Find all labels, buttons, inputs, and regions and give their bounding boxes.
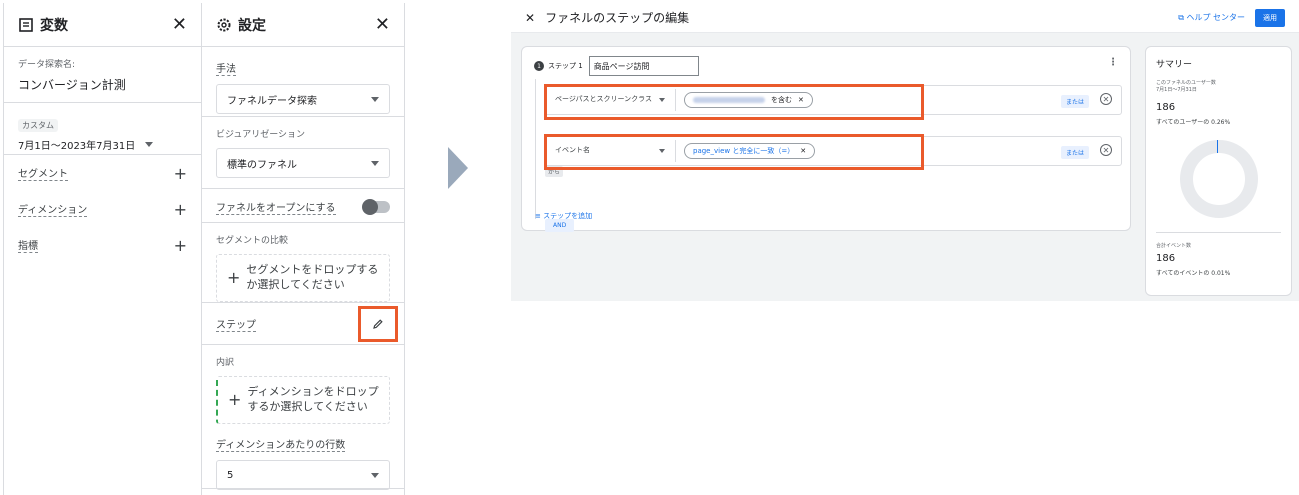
variables-header: 変数 ✕ <box>4 3 201 47</box>
or-button[interactable]: または <box>1060 146 1089 159</box>
condition-2-highlight <box>544 134 924 170</box>
visualization-value: 標準のファネル <box>227 159 297 171</box>
chevron-down-icon <box>145 142 154 147</box>
plus-icon: + <box>228 390 242 410</box>
step-card: 1 ステップ 1 商品ページ訪問 ⋮ ページパスとスクリーンクラス を含む ✕ … <box>521 46 1131 232</box>
method-section: 手法 ファネルデータ探索 <box>202 47 404 117</box>
remove-condition-icon[interactable]: ✕ <box>1100 144 1112 156</box>
step-name-input[interactable]: 商品ページ訪問 <box>588 56 699 76</box>
add-step-button[interactable]: ≡ ステップを追加 <box>535 211 592 221</box>
add-segment-icon[interactable]: + <box>174 164 187 183</box>
help-center-link[interactable]: ⧉ ヘルプ センター <box>1178 12 1245 23</box>
settings-header: 設定 ✕ <box>202 3 404 47</box>
add-step-label: ステップを追加 <box>543 212 593 220</box>
summary-title: サマリー <box>1156 60 1193 70</box>
step-header: 1 ステップ 1 商品ページ訪問 <box>534 56 699 76</box>
settings-title: 設定 <box>238 17 266 34</box>
apply-button[interactable]: 適用 <box>1255 8 1285 27</box>
method-select[interactable]: ファネルデータ探索 <box>216 84 390 114</box>
visualization-label: ビジュアリゼーション <box>216 130 306 140</box>
divider <box>1156 231 1281 233</box>
segment-row: セグメント + <box>4 155 201 191</box>
dimension-drop-text: ディメンションをドロップするか選択してください <box>247 385 379 413</box>
rows-per-dimension-label: ディメンションあたりの行数 <box>216 436 346 452</box>
toggle-knob <box>362 199 378 215</box>
users-value: 186 <box>1156 101 1176 113</box>
segment-compare-label: セグメントの比較 <box>216 236 289 246</box>
dimension-row: ディメンション + <box>4 191 201 227</box>
users-date: 7月1日～7月31日 <box>1156 86 1197 93</box>
rows-per-dimension-select[interactable]: 5 <box>216 460 390 490</box>
segment-label: セグメント <box>18 165 68 181</box>
editor-title: ファネルのステップの編集 <box>545 11 690 25</box>
breakdown-label: 内訳 <box>216 358 235 368</box>
rows-per-dimension-value: 5 <box>227 469 234 481</box>
metric-row: 指標 + <box>4 227 201 263</box>
breakdown-section: 内訳 + ディメンションをドロップするか選択してください <box>202 345 404 424</box>
segment-drop-zone[interactable]: + セグメントをドロップするか選択してください <box>216 254 390 302</box>
chevron-down-icon <box>371 160 379 166</box>
variables-title: 変数 <box>40 17 68 34</box>
users-percentage: すべてのユーザーの 0.26% <box>1156 118 1231 126</box>
close-icon[interactable]: ✕ <box>172 14 187 35</box>
date-section[interactable]: カスタム 7月1日～2023年7月31日 <box>4 103 201 155</box>
add-metric-icon[interactable]: + <box>174 236 187 255</box>
visualization-select[interactable]: 標準のファネル <box>216 148 390 178</box>
dimension-label: ディメンション <box>18 201 88 217</box>
chevron-down-icon <box>371 96 379 102</box>
donut-chart <box>1179 139 1258 218</box>
step-connector-line <box>535 79 536 219</box>
summary-card: サマリー このファネルのユーザー数 7月1日～7月31日 186 すべてのユーザ… <box>1145 46 1292 296</box>
condition-1-highlight <box>544 84 924 120</box>
events-label: 合計イベント数 <box>1156 242 1192 249</box>
dimension-drop-zone[interactable]: + ディメンションをドロップするか選択してください <box>216 376 390 424</box>
open-funnel-section: ファネルをオープンにする <box>202 189 404 223</box>
date-badge: カスタム <box>18 119 58 132</box>
rows-per-dimension-section: ディメンションあたりの行数 5 <box>202 423 404 490</box>
settings-panel: 設定 ✕ 手法 ファネルデータ探索 ビジュアリゼーション 標準のファネル ファネ… <box>202 3 405 495</box>
segment-drop-text: セグメントをドロップするか選択してください <box>246 263 379 291</box>
chevron-down-icon <box>371 472 379 478</box>
editor-topbar: ✕ ファネルのステップの編集 ⧉ ヘルプ センター 適用 <box>511 3 1299 33</box>
events-value: 186 <box>1156 253 1176 265</box>
explore-name-label: データ探索名: <box>18 60 76 70</box>
remove-condition-icon[interactable]: ✕ <box>1100 93 1112 105</box>
step-label: ステップ 1 <box>548 62 583 70</box>
open-funnel-toggle[interactable] <box>362 199 390 215</box>
method-value: ファネルデータ探索 <box>227 95 317 107</box>
segment-compare-section: セグメントの比較 + セグメントをドロップするか選択してください <box>202 223 404 303</box>
pencil-icon <box>373 318 383 329</box>
date-range-picker[interactable]: 7月1日～2023年7月31日 <box>18 137 187 152</box>
visualization-section: ビジュアリゼーション 標準のファネル <box>202 117 404 189</box>
open-funnel-row: ファネルをオープンにする <box>216 199 390 215</box>
steps-row: ステップ <box>202 303 404 345</box>
date-range: 7月1日～2023年7月31日 <box>18 141 136 152</box>
method-label: 手法 <box>216 60 236 76</box>
users-label-block: このファネルのユーザー数 7月1日～7月31日 <box>1156 80 1281 94</box>
gear-icon <box>217 18 231 31</box>
steps-label: ステップ <box>216 316 256 332</box>
explore-name-section[interactable]: データ探索名: コンバージョン計測 <box>4 47 201 103</box>
step-number-badge: 1 <box>534 61 544 71</box>
open-funnel-label: ファネルをオープンにする <box>216 199 336 215</box>
plus-icon: + <box>227 268 241 288</box>
variables-icon <box>19 17 33 32</box>
help-center-label: ヘルプ センター <box>1186 13 1245 22</box>
more-options-icon[interactable]: ⋮ <box>1108 57 1118 68</box>
arrow-right-icon <box>448 147 468 189</box>
users-label: このファネルのユーザー数 <box>1156 80 1216 86</box>
or-button[interactable]: または <box>1060 95 1089 108</box>
variables-panel: 変数 ✕ データ探索名: コンバージョン計測 カスタム 7月1日～2023年7月… <box>3 3 202 495</box>
events-percentage: すべてのイベントの 0.01% <box>1156 270 1231 278</box>
explore-name[interactable]: コンバージョン計測 <box>18 76 187 93</box>
close-icon[interactable]: ✕ <box>375 14 390 35</box>
close-icon[interactable]: ✕ <box>525 11 535 25</box>
metric-label: 指標 <box>18 237 38 253</box>
edit-steps-button[interactable] <box>358 305 398 342</box>
add-dimension-icon[interactable]: + <box>174 200 187 219</box>
funnel-step-editor: ✕ ファネルのステップの編集 ⧉ ヘルプ センター 適用 1 ステップ 1 商品… <box>511 3 1299 301</box>
